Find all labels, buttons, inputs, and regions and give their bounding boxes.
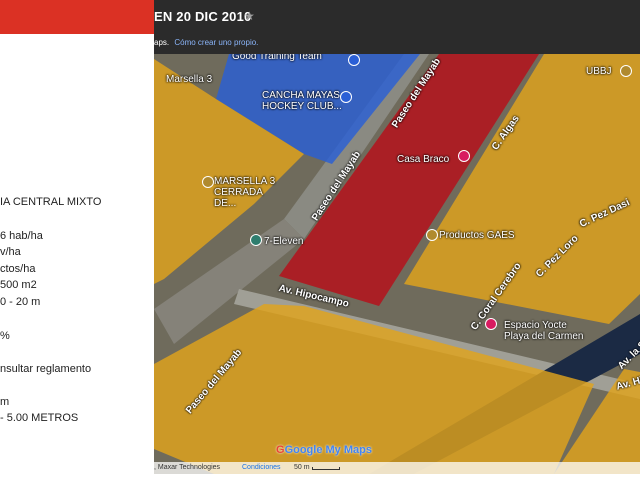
legend-panel: IA CENTRAL MIXTO 6 hab/ha v/ha ctos/ha 5… [0, 34, 154, 480]
place-marsella-3-cerrada[interactable]: MARSELLA 3 CERRADA DE... [214, 176, 284, 209]
place-7-eleven[interactable]: 7-Eleven [264, 236, 303, 247]
poi-pin-icon[interactable] [348, 54, 360, 66]
google-my-maps-logo: GGoogle My Maps [276, 444, 372, 456]
place-productos-gaes[interactable]: Productos GAES [439, 230, 515, 241]
place-marsella-3[interactable]: Marsella 3 [166, 74, 212, 85]
place-good-training-team[interactable]: Good Training Team [232, 54, 322, 62]
map-title: EN 20 DIC 2010 [154, 9, 252, 24]
poi-pin-icon[interactable] [250, 234, 262, 246]
legend-line: - 5.00 METROS [0, 412, 79, 424]
poi-pin-icon[interactable] [202, 176, 214, 188]
terms-link[interactable]: Condiciones [242, 464, 281, 471]
scale-label: 50 m [294, 464, 310, 471]
legend-line: 0 - 20 m [0, 296, 41, 308]
map-canvas[interactable]: Good Training Team CANCHA MAYAS HOCKEY C… [154, 54, 640, 474]
subtitle-prefix: aps. [154, 38, 170, 47]
place-cancha-mayas[interactable]: CANCHA MAYAS HOCKEY CLUB... [262, 90, 342, 112]
legend-line: % [0, 330, 10, 342]
bottom-strip [154, 474, 640, 480]
poi-pin-icon[interactable] [485, 318, 497, 330]
legend-line: 6 hab/ha [0, 230, 43, 242]
poi-pin-icon[interactable] [340, 91, 352, 103]
create-map-link[interactable]: Cómo crear uno propio. [174, 38, 258, 47]
map-footer: , Maxar Technologies Condiciones 50 m [154, 462, 640, 474]
logo-text: Google My Maps [284, 444, 372, 456]
place-espacio-yocte[interactable]: Espacio Yocte Playa del Carmen [504, 320, 584, 342]
legend-line: nsultar reglamento [0, 363, 92, 375]
legend-line: IA CENTRAL MIXTO [0, 196, 102, 208]
subtitle: aps. Cómo crear uno propio. [154, 38, 258, 47]
brand-bar [0, 0, 154, 34]
star-icon[interactable]: ★ [244, 9, 255, 23]
legend-line: v/ha [0, 246, 21, 258]
legend-line: 500 m2 [0, 279, 37, 291]
poi-pin-icon[interactable] [426, 229, 438, 241]
legend-line: ctos/ha [0, 263, 36, 275]
place-ubbj[interactable]: UBBJ [586, 66, 612, 77]
place-casa-braco[interactable]: Casa Braco [397, 154, 449, 165]
legend-line: m [0, 396, 10, 408]
poi-pin-icon[interactable] [620, 65, 632, 77]
poi-pin-icon[interactable] [458, 150, 470, 162]
scale-bar [312, 467, 340, 470]
imagery-credit: , Maxar Technologies [154, 464, 221, 471]
